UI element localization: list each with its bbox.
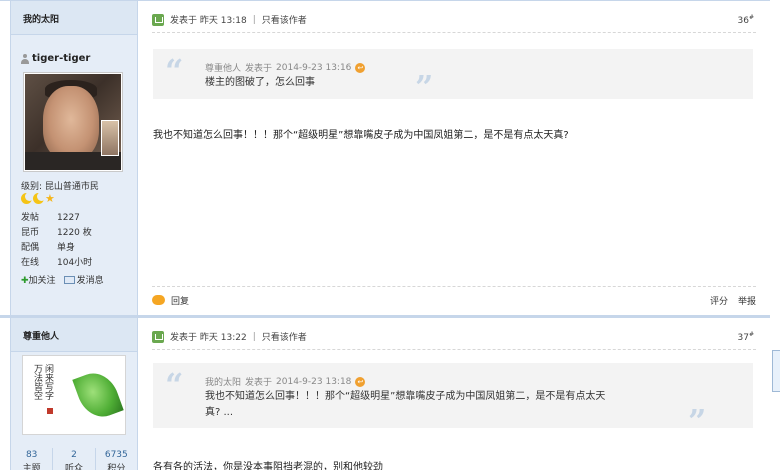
divider xyxy=(152,32,756,33)
user-sidebar: 我的太阳 tiger-tiger 级别: 昆山普通市民 ★ 发帖 1227 昆币 1… xyxy=(10,1,138,315)
user-icon xyxy=(21,53,29,64)
jump-to-post-icon[interactable]: ↩ xyxy=(355,62,366,73)
divider xyxy=(152,349,756,350)
avatar[interactable] xyxy=(24,73,122,171)
user-actions: ✚加关注 发消息 xyxy=(21,273,104,286)
avatar-inset xyxy=(101,120,119,156)
jump-to-post-icon[interactable]: ↩ xyxy=(355,376,366,387)
stat-points[interactable]: 6735 积分 xyxy=(94,448,137,470)
follow-button[interactable]: ✚加关注 xyxy=(21,273,56,286)
avatar-seal xyxy=(47,408,53,414)
quote-block: “ 我的太阳 发表于 2014-9-23 13:18 ↩ 我也不知道怎么回事！！… xyxy=(153,363,753,437)
quote-text: 楼主的图破了，怎么回事 xyxy=(205,77,315,88)
moon-icon xyxy=(33,192,46,204)
message-button[interactable]: 发消息 xyxy=(63,273,104,286)
rate-button[interactable]: 评分 xyxy=(710,294,728,307)
quote-author[interactable]: 我的太阳 xyxy=(205,375,241,388)
stat-topics[interactable]: 83 主题 xyxy=(11,448,52,470)
quote-line-1: 我也不知道怎么回事！！！那个“超级明星”想靠嘴皮子成为中国凤姐第二，是不是有点太… xyxy=(205,391,606,402)
close-quote-icon: ” xyxy=(688,402,707,440)
stat-spouse: 配偶 单身 xyxy=(21,243,76,253)
post-body: 各有各的活法，你是没本事阻挡老混的，别和他较劲 xyxy=(153,462,383,470)
avatar[interactable]: 闲来写字 万法皆空 xyxy=(22,355,126,435)
quote-posted-label: 发表于 xyxy=(245,378,273,388)
only-author-link[interactable]: 只看该作者 xyxy=(262,13,307,26)
close-quote-icon: ” xyxy=(415,68,434,106)
plus-icon: ✚ xyxy=(21,276,29,286)
stat-coins: 昆币 1220 枚 xyxy=(21,228,92,238)
posted-time: 昨天 13:22 xyxy=(199,333,247,343)
floor-number[interactable]: 36# xyxy=(738,14,754,26)
quote-posted-label: 发表于 xyxy=(245,64,273,74)
quote-time: 2014-9-23 13:16 xyxy=(276,62,352,73)
sidebar-title[interactable]: 尊重他人 xyxy=(11,318,137,352)
quote-text: 我也不知道怎么回事！！！那个“超级明星”想靠嘴皮子成为中国凤姐第二，是不是有点太… xyxy=(205,389,605,421)
user-stats: 83 主题 2 听众 6735 积分 xyxy=(11,448,137,470)
username-text[interactable]: tiger-tiger xyxy=(32,53,90,64)
star-icon: ★ xyxy=(45,192,55,205)
post-meta: 发表于 昨天 13:22 | 只看该作者 37# xyxy=(152,330,754,343)
post-content: 发表于 昨天 13:22 | 只看该作者 37# “ 我的太阳 发表于 2014… xyxy=(146,318,770,470)
side-scroll-tab[interactable] xyxy=(772,350,780,392)
quote-line-2: 真? ... xyxy=(205,407,234,418)
post-icon xyxy=(152,330,164,343)
floor-number[interactable]: 37# xyxy=(738,331,754,343)
open-quote-icon: “ xyxy=(165,366,184,404)
username[interactable]: tiger-tiger xyxy=(21,53,90,64)
quote-block: “ 尊重他人 发表于 2014-9-23 13:16 ↩ 楼主的图破了，怎么回事… xyxy=(153,49,753,103)
quote-author[interactable]: 尊重他人 xyxy=(205,61,241,74)
moon-icon xyxy=(21,192,34,204)
sidebar-title[interactable]: 我的太阳 xyxy=(11,1,137,35)
stat-online: 在线 104小时 xyxy=(21,258,93,268)
post-36: 我的太阳 tiger-tiger 级别: 昆山普通市民 ★ 发帖 1227 昆币 1… xyxy=(0,0,770,315)
post-37: 尊重他人 闲来写字 万法皆空 83 主题 2 听众 6735 积分 发表于 昨天 13:… xyxy=(0,315,770,470)
quote-meta: 尊重他人 发表于 2014-9-23 13:16 ↩ xyxy=(205,61,366,74)
report-button[interactable]: 举报 xyxy=(738,294,756,307)
post-footer: 回复 评分 举报 xyxy=(152,286,756,307)
level-icons: ★ xyxy=(21,192,55,205)
posted-label: 发表于 xyxy=(170,16,198,26)
stat-listeners[interactable]: 2 听众 xyxy=(52,448,94,470)
reply-icon xyxy=(152,295,165,305)
user-sidebar: 尊重他人 闲来写字 万法皆空 83 主题 2 听众 6735 积分 xyxy=(10,318,138,470)
only-author-link[interactable]: 只看该作者 xyxy=(262,330,307,343)
posted-time: 昨天 13:18 xyxy=(199,16,247,26)
post-content: 发表于 昨天 13:18 | 只看该作者 36# “ 尊重他人 发表于 2014… xyxy=(146,1,770,315)
post-body: 我也不知道怎么回事！！！那个“超级明星”想靠嘴皮子成为中国凤姐第二，是不是有点太… xyxy=(153,130,569,141)
leaf-image xyxy=(72,366,124,424)
open-quote-icon: “ xyxy=(165,52,184,90)
avatar-calligraphy: 闲来写字 万法皆空 xyxy=(32,364,53,400)
post-meta: 发表于 昨天 13:18 | 只看该作者 36# xyxy=(152,13,754,26)
posted-label: 发表于 xyxy=(170,333,198,343)
post-icon xyxy=(152,13,164,26)
reply-button[interactable]: 回复 xyxy=(152,294,189,307)
mail-icon xyxy=(63,276,75,284)
quote-meta: 我的太阳 发表于 2014-9-23 13:18 ↩ xyxy=(205,375,366,388)
stat-posts: 发帖 1227 xyxy=(21,213,80,223)
user-level: 级别: 昆山普通市民 xyxy=(21,182,99,192)
avatar-face xyxy=(43,86,99,160)
quote-time: 2014-9-23 13:18 xyxy=(276,376,352,387)
